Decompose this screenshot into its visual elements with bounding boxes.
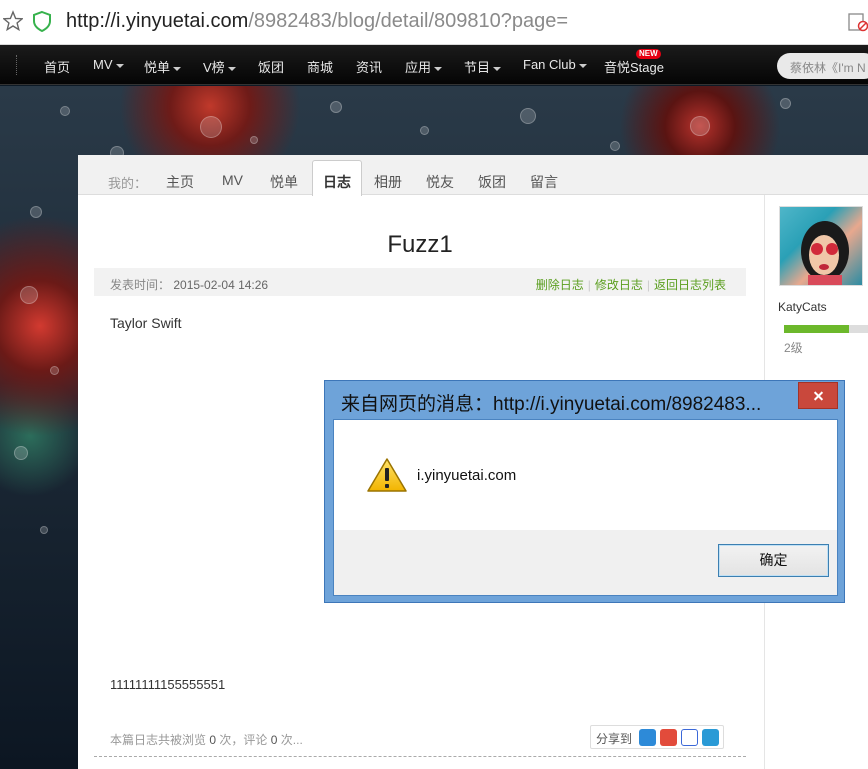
nav-grip — [16, 55, 18, 75]
share-label: 分享到 — [596, 732, 633, 746]
publish-date-label: 发表时间： — [110, 278, 171, 292]
url-field[interactable]: http://i.yinyuetai.com/8982483/blog/deta… — [66, 10, 568, 33]
nav-item-news[interactable]: 资讯 — [356, 57, 382, 76]
blog-actions: 删除日志 | 修改日志 | 返回日志列表 — [536, 276, 726, 293]
separator: | — [646, 278, 650, 292]
subnav-label: 我的： — [108, 176, 148, 191]
nav-item-fangroup[interactable]: 饭团 — [258, 57, 284, 76]
view-count: 0 — [209, 733, 217, 747]
nav-item-programs[interactable]: 节目 — [464, 57, 502, 76]
avatar[interactable] — [779, 206, 863, 286]
nav-item-home[interactable]: 首页 — [44, 57, 70, 76]
chevron-down-icon — [173, 66, 182, 71]
tab-friends[interactable]: 悦友 — [426, 172, 454, 192]
user-subnav: 我的： 主页 MV 悦单 日志 相册 悦友 饭团 留言 — [78, 155, 868, 196]
dialog-message: i.yinyuetai.com — [417, 467, 517, 484]
nav-item-vchart-label: V榜 — [203, 60, 225, 75]
stats-prefix: 本篇日志共被浏览 — [110, 733, 207, 747]
tab-messages[interactable]: 留言 — [530, 172, 558, 192]
dialog-message-area: i.yinyuetai.com — [334, 420, 837, 530]
nav-item-vchart[interactable]: V榜 — [203, 57, 236, 76]
chevron-down-icon — [493, 66, 502, 71]
blog-body-line: 11111111155555551 — [110, 677, 226, 692]
blocked-page-icon[interactable] — [848, 12, 868, 32]
chevron-down-icon — [434, 66, 443, 71]
new-badge: NEW — [636, 49, 661, 59]
dialog-body: i.yinyuetai.com 确定 — [333, 419, 838, 596]
share-bar: 分享到 — [590, 725, 724, 749]
chevron-down-icon — [227, 66, 236, 71]
nav-item-mv-label: MV — [93, 57, 113, 72]
divider — [94, 756, 746, 757]
nav-item-fanclub-label: Fan Club — [523, 57, 576, 72]
separator: | — [587, 278, 591, 292]
tab-albums[interactable]: 相册 — [374, 172, 402, 192]
blog-title: Fuzz1 — [387, 231, 453, 258]
back-to-list-link[interactable]: 返回日志列表 — [654, 278, 726, 292]
level-label: 2级 — [784, 341, 803, 355]
chevron-down-icon — [578, 63, 587, 68]
qzone-share-icon[interactable] — [639, 729, 656, 746]
dialog-title: 来自网页的消息：http://i.yinyuetai.com/8982483..… — [341, 394, 762, 415]
warning-icon — [367, 458, 407, 492]
nav-item-playlists-label: 悦单 — [144, 60, 171, 75]
level-progress-fill — [784, 325, 849, 333]
level-progress-bar — [784, 325, 868, 333]
site-top-nav: 首页 MV 悦单 V榜 饭团 商城 资讯 应用 节目 Fan Club 音悦St… — [0, 45, 868, 85]
tab-mv[interactable]: MV — [222, 172, 243, 188]
url-host: http://i.yinyuetai.com — [66, 10, 249, 32]
alert-dialog: 来自网页的消息：http://i.yinyuetai.com/8982483..… — [324, 380, 845, 603]
blog-stats: 本篇日志共被浏览 0 次，评论 0 次... — [110, 731, 303, 748]
url-path: /8982483/blog/detail/809810?page= — [248, 10, 569, 32]
nav-item-playlists[interactable]: 悦单 — [144, 57, 182, 76]
blog-meta-bar: 发表时间： 2015-02-04 14:26 删除日志 | 修改日志 | 返回日志列表 — [94, 268, 746, 296]
site-search-input[interactable]: 蔡依林《I'm N — [777, 53, 868, 79]
close-button[interactable] — [798, 382, 838, 409]
nav-item-stage[interactable]: 音悦Stage — [604, 57, 664, 76]
delete-blog-link[interactable]: 删除日志 — [536, 278, 584, 292]
nav-item-mv[interactable]: MV — [93, 57, 124, 72]
tab-home[interactable]: 主页 — [166, 172, 194, 192]
bookmark-star-icon[interactable] — [3, 10, 23, 32]
browser-address-bar: http://i.yinyuetai.com/8982483/blog/deta… — [0, 0, 868, 45]
weibo-share-icon[interactable] — [660, 729, 677, 746]
nav-item-programs-label: 节目 — [464, 60, 491, 75]
security-shield-icon[interactable] — [32, 10, 52, 32]
nav-item-apps-label: 应用 — [405, 60, 432, 75]
publish-date: 发表时间： 2015-02-04 14:26 — [110, 276, 268, 293]
avatar-image — [801, 221, 849, 285]
edit-blog-link[interactable]: 修改日志 — [595, 278, 643, 292]
nav-item-fanclub[interactable]: Fan Club — [523, 57, 587, 72]
username[interactable]: KatyCats — [778, 300, 827, 314]
tab-fangroups[interactable]: 饭团 — [478, 172, 506, 192]
ok-button[interactable]: 确定 — [718, 544, 829, 577]
blog-body-line: Taylor Swift — [110, 315, 182, 331]
stats-suffix: 次... — [280, 733, 303, 747]
nav-item-shop[interactable]: 商城 — [307, 57, 333, 76]
tab-playlists[interactable]: 悦单 — [270, 172, 298, 192]
comment-count: 0 — [270, 733, 278, 747]
more-share-icon[interactable] — [702, 729, 719, 746]
publish-date-value: 2015-02-04 14:26 — [173, 278, 269, 292]
nav-item-apps[interactable]: 应用 — [405, 57, 443, 76]
stats-mid: 次，评论 — [219, 733, 268, 747]
dialog-footer: 确定 — [334, 530, 837, 595]
chevron-down-icon — [115, 63, 124, 68]
tab-blog[interactable]: 日志 — [312, 160, 362, 196]
baidu-share-icon[interactable] — [681, 729, 698, 746]
